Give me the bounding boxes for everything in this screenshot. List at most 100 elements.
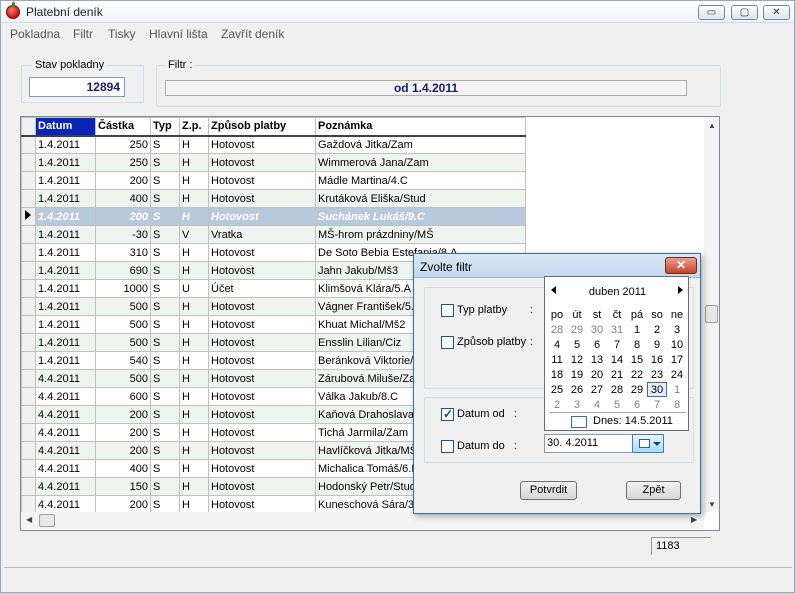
calendar-day[interactable]: 10 xyxy=(667,337,687,352)
cell-castka[interactable]: 150 xyxy=(95,477,151,496)
cell-zp[interactable]: H xyxy=(179,135,209,154)
calendar-day[interactable]: 6 xyxy=(587,337,607,352)
cell-typ[interactable]: S xyxy=(150,441,180,460)
calendar-day[interactable]: 13 xyxy=(587,352,607,367)
zpusob-platby-checkbox[interactable] xyxy=(441,336,454,349)
cell-castka[interactable]: 250 xyxy=(95,153,151,172)
calendar-today-label[interactable]: Dnes: 14.5.2011 xyxy=(593,415,673,427)
cell-zpusob-platby[interactable]: Hotovost xyxy=(208,369,316,388)
cell-castka[interactable]: 310 xyxy=(95,243,151,262)
cell-zp[interactable]: U xyxy=(179,279,209,298)
calendar-day[interactable]: 17 xyxy=(667,352,687,367)
row-indicator[interactable] xyxy=(21,225,36,244)
row-indicator[interactable] xyxy=(21,333,36,352)
cell-zp[interactable]: H xyxy=(179,369,209,388)
calendar-day[interactable]: 3 xyxy=(667,322,687,337)
cell-zpusob-platby[interactable]: Hotovost xyxy=(208,171,316,190)
calendar-day[interactable]: 5 xyxy=(567,337,587,352)
row-indicator[interactable] xyxy=(21,261,36,280)
menu-filtr[interactable]: Filtr xyxy=(73,27,93,41)
cell-typ[interactable]: S xyxy=(150,153,180,172)
minimize-button[interactable]: ▭ xyxy=(698,5,725,20)
calendar-day[interactable]: 15 xyxy=(627,352,647,367)
cell-zpusob-platby[interactable]: Hotovost xyxy=(208,189,316,208)
cell-castka[interactable]: 400 xyxy=(95,459,151,478)
cell-typ[interactable]: S xyxy=(150,297,180,316)
calendar-day[interactable]: 7 xyxy=(647,397,667,412)
calendar-day[interactable]: 31 xyxy=(607,322,627,337)
cell-zpusob-platby[interactable]: Účet xyxy=(208,279,316,298)
cell-castka[interactable]: 200 xyxy=(95,405,151,424)
col-zpusob-platby-header[interactable]: Způsob platby xyxy=(208,117,316,137)
cell-castka[interactable]: 500 xyxy=(95,369,151,388)
cell-zpusob-platby[interactable]: Hotovost xyxy=(208,351,316,370)
calendar-day[interactable]: 1 xyxy=(627,322,647,337)
cell-zp[interactable]: H xyxy=(179,207,209,226)
cell-typ[interactable]: S xyxy=(150,423,180,442)
cell-datum[interactable]: 1.4.2011 xyxy=(35,279,96,298)
col-typ-header[interactable]: Typ xyxy=(150,117,180,137)
datum-od-checkbox[interactable] xyxy=(441,407,454,421)
row-indicator[interactable] xyxy=(21,153,36,172)
calendar-day[interactable]: 22 xyxy=(627,367,647,382)
cell-datum[interactable]: 1.4.2011 xyxy=(35,333,96,352)
cell-typ[interactable]: S xyxy=(150,387,180,406)
cell-typ[interactable]: S xyxy=(150,225,180,244)
col-zp-header[interactable]: Z.p. xyxy=(179,117,209,137)
cell-typ[interactable]: S xyxy=(150,135,180,154)
cell-castka[interactable]: -30 xyxy=(95,225,151,244)
cell-zp[interactable]: H xyxy=(179,315,209,334)
calendar-day[interactable]: 20 xyxy=(587,367,607,382)
table-row[interactable]: 1.4.2011 400 S H Hotovost Krutáková Eliška/St… xyxy=(21,189,526,208)
calendar-day[interactable]: 1 xyxy=(667,382,687,397)
calendar-day[interactable]: 25 xyxy=(547,382,567,397)
cell-typ[interactable]: S xyxy=(150,405,180,424)
row-indicator[interactable] xyxy=(21,207,36,226)
cell-datum[interactable]: 1.4.2011 xyxy=(35,243,96,262)
menu-zavrit-denik[interactable]: Zavřít deník xyxy=(221,27,284,41)
cell-zp[interactable]: H xyxy=(179,423,209,442)
col-datum-header[interactable]: Datum xyxy=(35,117,96,137)
table-row[interactable]: 1.4.2011 200 S H Hotovost Mádle Martina/4.C xyxy=(21,171,526,190)
cell-typ[interactable]: S xyxy=(150,261,180,280)
cell-typ[interactable]: S xyxy=(150,279,180,298)
vertical-scroll-thumb[interactable] xyxy=(705,305,718,323)
cell-zpusob-platby[interactable]: Hotovost xyxy=(208,135,316,154)
cell-zp[interactable]: H xyxy=(179,405,209,424)
dialog-close-button[interactable]: ✕ xyxy=(665,257,697,274)
cell-zp[interactable]: H xyxy=(179,459,209,478)
cell-zp[interactable]: H xyxy=(179,297,209,316)
cell-zpusob-platby[interactable]: Hotovost xyxy=(208,495,316,512)
cell-poznamka[interactable]: Gaždová Jitka/Zam xyxy=(315,135,526,154)
maximize-button[interactable]: ▢ xyxy=(731,5,758,20)
cell-zp[interactable]: H xyxy=(179,261,209,280)
cell-castka[interactable]: 500 xyxy=(95,297,151,316)
cell-castka[interactable]: 200 xyxy=(95,207,151,226)
cell-datum[interactable]: 1.4.2011 xyxy=(35,207,96,226)
cell-typ[interactable]: S xyxy=(150,207,180,226)
cell-poznamka[interactable]: Suchánek Lukáš/9.C xyxy=(315,207,526,226)
cell-zpusob-platby[interactable]: Hotovost xyxy=(208,315,316,334)
col-castka-header[interactable]: Částka xyxy=(95,117,151,137)
cell-datum[interactable]: 1.4.2011 xyxy=(35,153,96,172)
cell-datum[interactable]: 1.4.2011 xyxy=(35,315,96,334)
close-button[interactable]: ✕ xyxy=(763,5,790,20)
row-indicator[interactable] xyxy=(21,495,36,512)
calendar-day[interactable]: 19 xyxy=(567,367,587,382)
datum-do-picker-button[interactable] xyxy=(632,434,664,453)
cell-castka[interactable]: 500 xyxy=(95,315,151,334)
calendar-day[interactable]: 18 xyxy=(547,367,567,382)
cell-datum[interactable]: 4.4.2011 xyxy=(35,477,96,496)
table-row[interactable]: 1.4.2011 250 S H Hotovost Gaždová Jitka/Zam xyxy=(21,135,526,154)
cell-castka[interactable]: 200 xyxy=(95,495,151,512)
cell-datum[interactable]: 1.4.2011 xyxy=(35,171,96,190)
cell-zpusob-platby[interactable]: Hotovost xyxy=(208,333,316,352)
menu-tisky[interactable]: Tisky xyxy=(108,27,136,41)
cell-castka[interactable]: 200 xyxy=(95,171,151,190)
cell-zpusob-platby[interactable]: Hotovost xyxy=(208,153,316,172)
cell-castka[interactable]: 200 xyxy=(95,441,151,460)
cell-datum[interactable]: 4.4.2011 xyxy=(35,459,96,478)
calendar-day[interactable]: 8 xyxy=(627,337,647,352)
cell-datum[interactable]: 4.4.2011 xyxy=(35,369,96,388)
cell-datum[interactable]: 1.4.2011 xyxy=(35,261,96,280)
